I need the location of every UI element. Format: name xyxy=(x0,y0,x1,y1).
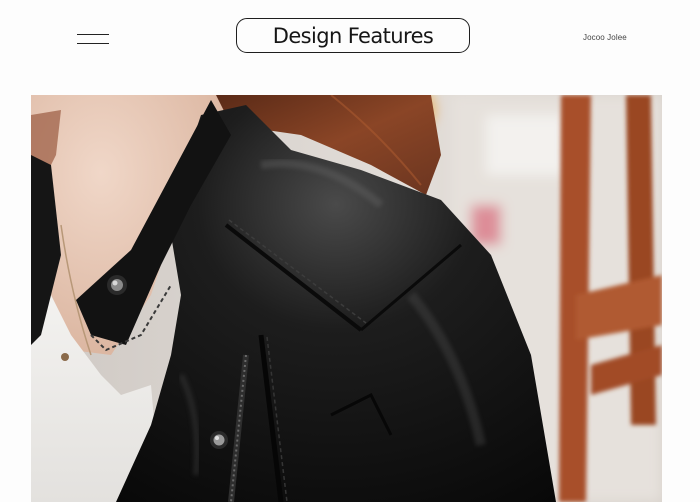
section-title-badge: Design Features xyxy=(236,18,470,53)
page-header: Design Features Jocoo Jolee xyxy=(0,0,700,95)
product-photo xyxy=(31,95,662,502)
hamburger-menu-icon[interactable] xyxy=(77,34,109,44)
section-title: Design Features xyxy=(272,23,434,48)
brand-name: Jocoo Jolee xyxy=(583,33,627,42)
jacket-collar-illustration xyxy=(31,95,662,502)
